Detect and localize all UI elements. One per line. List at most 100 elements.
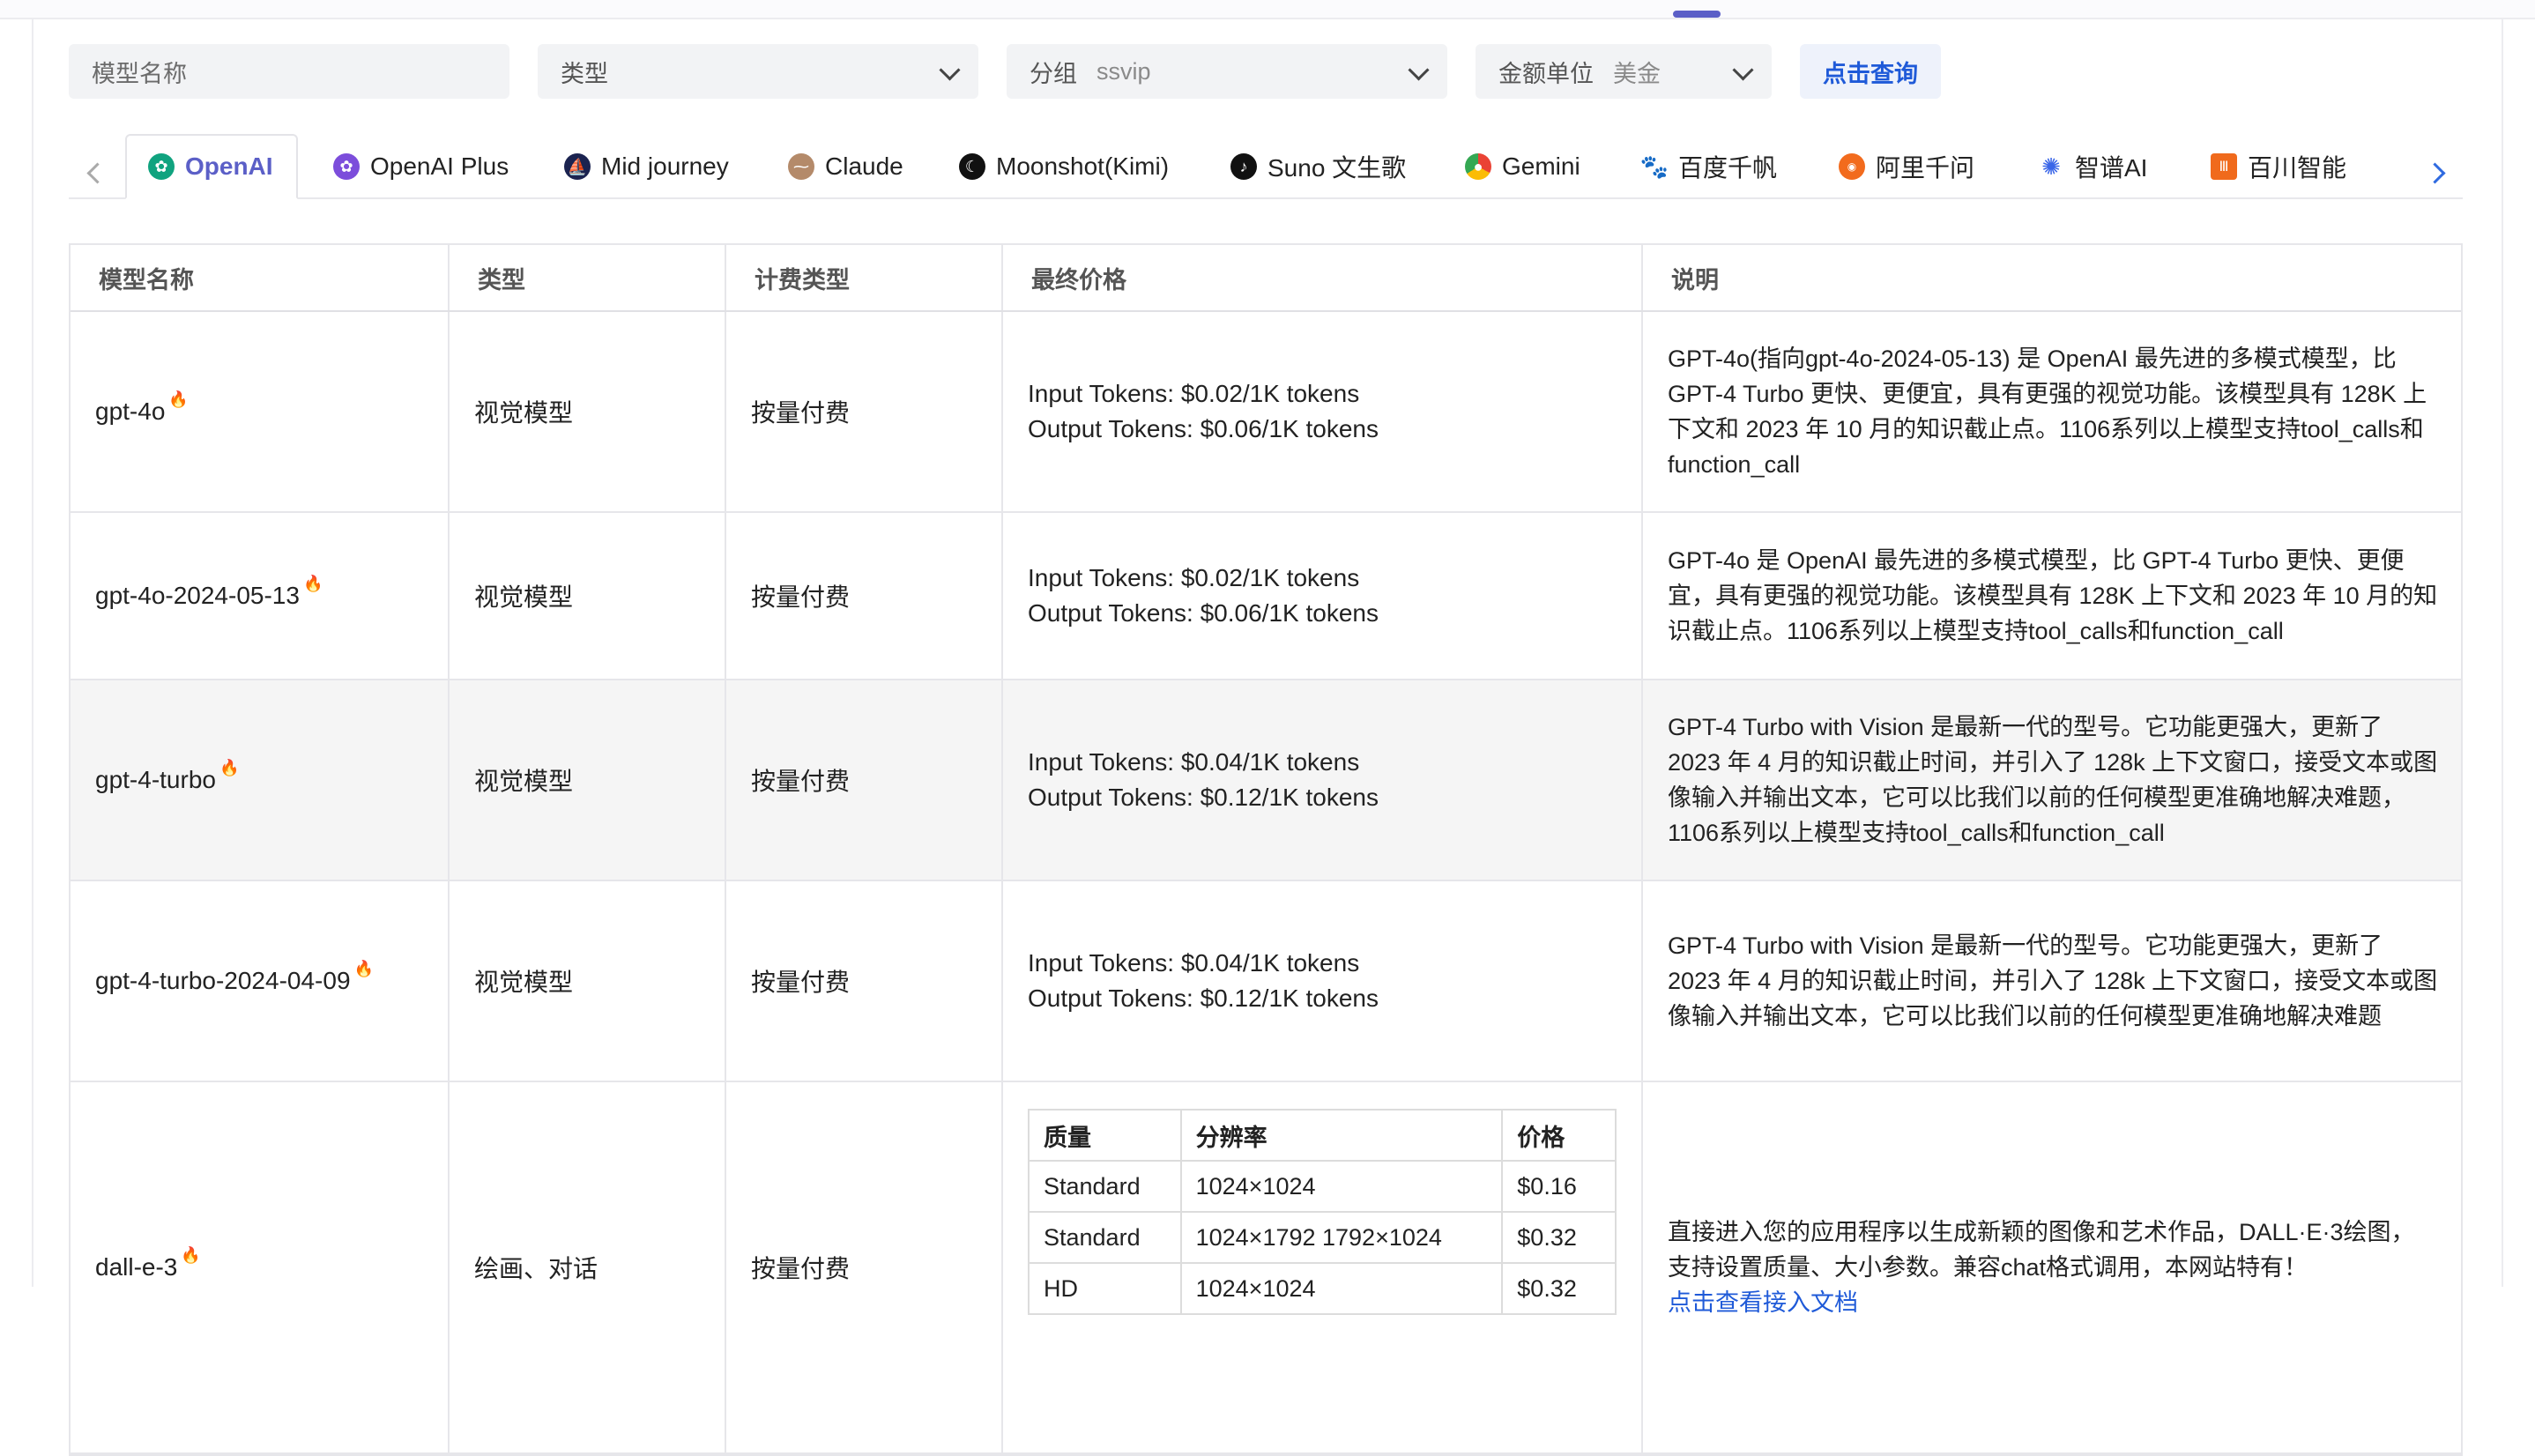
tabs-next-arrow-icon[interactable]	[2417, 155, 2452, 190]
chevron-down-icon	[1732, 59, 1754, 81]
input-price: Input Tokens: $0.02/1K tokens	[1028, 380, 1360, 407]
header-model-name: 模型名称	[71, 245, 450, 310]
tab-zhipu[interactable]: ✺ 智谱AI	[2038, 134, 2147, 199]
tab-label: OpenAI Plus	[370, 152, 509, 180]
hot-icon: 🔥	[219, 758, 240, 776]
table-row: dall-e-3 🔥 绘画、对话 按量付费 质量 分辨率 价格 Standard …	[71, 1082, 2461, 1454]
tab-baichuan[interactable]: Ⅲ 百川智能	[2211, 134, 2346, 199]
resolution: 1024×1024	[1179, 1160, 1504, 1213]
type-select-label: 类型	[561, 60, 608, 87]
model-name-cell: gpt-4-turbo 🔥	[71, 680, 450, 880]
input-price: Input Tokens: $0.02/1K tokens	[1028, 564, 1360, 591]
moonshot-icon: ☾	[959, 153, 985, 180]
frame-border-left	[32, 18, 33, 1287]
tab-gemini[interactable]: ● Gemini	[1465, 134, 1580, 199]
tab-ali[interactable]: ◉ 阿里千问	[1839, 134, 1974, 199]
tab-claude[interactable]: ⁓ Claude	[788, 134, 903, 199]
type-select[interactable]: 类型	[538, 44, 978, 99]
hot-icon: 🔥	[353, 959, 374, 977]
baichuan-icon: Ⅲ	[2211, 153, 2237, 180]
pricing-table: 模型名称 类型 计费类型 最终价格 说明 gpt-4o 🔥 视觉模型 按量付费 I…	[69, 243, 2463, 1456]
model-name: dall-e-3	[95, 1253, 178, 1281]
price-cell: 质量 分辨率 价格 Standard 1024×1024 $0.16 Stand…	[1003, 1082, 1643, 1452]
description-cell: GPT-4o 是 OpenAI 最先进的多模式模型，比 GPT-4 Turbo …	[1668, 547, 2438, 644]
quality: Standard	[1028, 1211, 1182, 1264]
table-row: gpt-4o 🔥 视觉模型 按量付费 Input Tokens: $0.02/1K…	[71, 312, 2461, 513]
table-row: gpt-4o-2024-05-13 🔥 视觉模型 按量付费 Input Token…	[71, 513, 2461, 680]
group-select[interactable]: 分组 ssvip	[1007, 44, 1447, 99]
hot-icon: 🔥	[168, 390, 189, 408]
openai-icon: ✿	[148, 153, 175, 180]
tab-moonshot[interactable]: ☾ Moonshot(Kimi)	[959, 134, 1169, 199]
inner-row: Standard 1024×1024 $0.16	[1028, 1160, 1617, 1213]
baidu-icon: 🐾	[1639, 152, 1669, 180]
description-cell: 直接进入您的应用程序以生成新颖的图像和艺术作品，DALL·E·3绘图，支持设置质…	[1643, 1082, 2461, 1452]
tab-suno[interactable]: ♪ Suno 文生歌	[1230, 134, 1406, 199]
quality: Standard	[1028, 1160, 1182, 1213]
header-billing: 计费类型	[726, 245, 1003, 310]
description-cell: GPT-4o(指向gpt-4o-2024-05-13) 是 OpenAI 最先进…	[1668, 345, 2427, 478]
hot-icon: 🔥	[302, 574, 323, 592]
hot-icon: 🔥	[181, 1245, 201, 1264]
billing-cell: 按量付费	[726, 680, 1003, 880]
billing-cell: 按量付费	[726, 881, 1003, 1081]
billing-cell: 按量付费	[726, 312, 1003, 511]
inner-header-price: 价格	[1501, 1109, 1617, 1162]
frame-border-right	[2502, 18, 2503, 1287]
tab-label: Claude	[825, 152, 903, 180]
inner-row: HD 1024×1024 $0.32	[1028, 1262, 1617, 1315]
inner-row: Standard 1024×1792 1792×1024 $0.32	[1028, 1211, 1617, 1264]
tab-label: 阿里千问	[1876, 154, 1975, 182]
description-cell: GPT-4 Turbo with Vision 是最新一代的型号。它功能更强大，…	[1668, 932, 2438, 1029]
tab-label: OpenAI	[185, 152, 273, 180]
resolution: 1024×1024	[1179, 1262, 1504, 1315]
zhipu-icon: ✺	[2038, 153, 2064, 180]
tab-midjourney[interactable]: ⛵ Mid journey	[564, 134, 729, 199]
tab-baidu[interactable]: 🐾 百度千帆	[1639, 134, 1777, 199]
price-cell: Input Tokens: $0.02/1K tokens Output Toke…	[1003, 513, 1643, 679]
input-price: Input Tokens: $0.04/1K tokens	[1028, 949, 1360, 977]
group-select-value: ssvip	[1097, 57, 1151, 85]
tab-openai[interactable]: ✿ OpenAI	[125, 134, 298, 199]
header-type: 类型	[450, 245, 726, 310]
model-name-input[interactable]: 模型名称	[69, 44, 509, 99]
price-cell: Input Tokens: $0.04/1K tokens Output Toke…	[1003, 881, 1643, 1081]
table-row: gpt-4-turbo-2024-04-09 🔥 视觉模型 按量付费 Input …	[71, 881, 2461, 1082]
price-cell: Input Tokens: $0.02/1K tokens Output Toke…	[1003, 312, 1643, 511]
table-row: gpt-4-turbo 🔥 视觉模型 按量付费 Input Tokens: $0.…	[71, 680, 2461, 881]
active-nav-indicator	[1673, 11, 1721, 18]
price: $0.32	[1501, 1262, 1617, 1315]
currency-select[interactable]: 金额单位 美金	[1476, 44, 1772, 99]
query-button[interactable]: 点击查询	[1800, 44, 1941, 99]
model-name: gpt-4-turbo-2024-04-09	[95, 967, 351, 994]
output-price: Output Tokens: $0.06/1K tokens	[1028, 415, 1379, 442]
top-bar	[0, 0, 2535, 19]
currency-select-value: 美金	[1613, 60, 1661, 87]
model-name: gpt-4-turbo	[95, 766, 216, 793]
output-price: Output Tokens: $0.06/1K tokens	[1028, 599, 1379, 627]
tab-label: Suno 文生歌	[1268, 154, 1407, 182]
currency-select-label: 金额单位	[1498, 60, 1594, 87]
suno-icon: ♪	[1230, 153, 1257, 180]
billing-cell: 按量付费	[726, 1082, 1003, 1452]
model-name: gpt-4o	[95, 397, 166, 425]
model-name-cell: gpt-4o 🔥	[71, 312, 450, 511]
tab-label: Gemini	[1502, 152, 1580, 180]
tabs-prev-arrow-icon[interactable]	[79, 155, 115, 190]
image-price-table: 质量 分辨率 价格 Standard 1024×1024 $0.16 Stand…	[1028, 1109, 1617, 1315]
input-price: Input Tokens: $0.04/1K tokens	[1028, 748, 1360, 776]
price-cell: Input Tokens: $0.04/1K tokens Output Toke…	[1003, 680, 1643, 880]
tab-openai-plus[interactable]: ✿ OpenAI Plus	[333, 134, 509, 199]
tab-label: Mid journey	[601, 152, 729, 180]
ali-icon: ◉	[1839, 153, 1865, 180]
type-cell: 视觉模型	[450, 513, 726, 679]
resolution: 1024×1792 1792×1024	[1179, 1211, 1504, 1264]
model-name-cell: dall-e-3 🔥	[71, 1082, 450, 1452]
price: $0.16	[1501, 1160, 1617, 1213]
type-cell: 视觉模型	[450, 881, 726, 1081]
inner-header-quality: 质量	[1028, 1109, 1182, 1162]
claude-icon: ⁓	[788, 153, 814, 180]
midjourney-icon: ⛵	[564, 153, 591, 180]
doc-link[interactable]: 点击查看接入文档	[1668, 1289, 1858, 1316]
type-cell: 视觉模型	[450, 312, 726, 511]
